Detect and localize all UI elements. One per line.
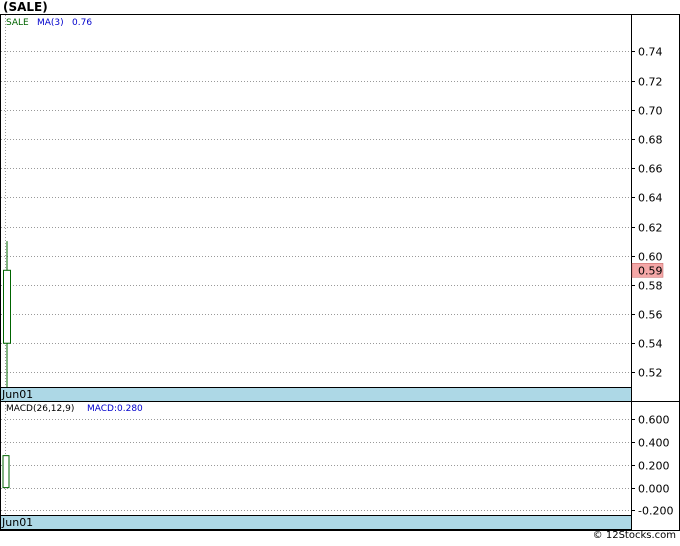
price-tick-label: 0.54 [638,338,663,351]
footer-copyright: © 12Stocks.com [592,530,676,541]
price-tick-label: 0.70 [638,105,663,118]
price-tick-label: 0.60 [638,251,663,264]
macd-y-axis: 0.600 0.400 0.200 0.000 -0.200 [631,414,673,518]
macd-tick-label: 0.400 [638,437,670,450]
macd-date-bar [0,515,632,530]
macd-legend-label: MACD(26,12,9) [6,404,74,414]
price-tick-label: 0.64 [638,192,663,205]
macd-bar [2,455,10,489]
price-tick-label: 0.74 [638,46,663,59]
price-tick-label: 0.68 [638,134,663,147]
price-legend-ma-label: MA(3) [37,18,64,28]
candle-body [3,269,11,344]
price-legend-ma-value: 0.76 [72,18,92,28]
macd-marks [2,455,10,489]
price-tick-label: 0.72 [638,76,663,89]
macd-x-label: Jun01 [1,516,33,529]
price-tick-label: 0.66 [638,163,663,176]
macd-panel [0,401,632,516]
stock-chart: 0.74 0.72 0.70 0.68 0.66 0.64 0.62 0.60 0.58 0.56… [0,14,680,531]
macd-tick-label: 0.000 [638,483,670,496]
price-tick-label: 0.56 [638,309,663,322]
macd-tick-label: -0.200 [638,505,673,518]
price-tick-label: 0.52 [638,367,663,380]
price-y-axis: 0.74 0.72 0.70 0.68 0.66 0.64 0.62 0.60 0.58 0.56… [631,46,663,380]
price-x-label: Jun01 [1,388,33,401]
last-price-label: 0.59 [638,264,663,277]
price-legend-symbol: SALE [6,18,29,28]
price-date-bar [0,387,632,402]
price-tick-label: 0.62 [638,222,663,235]
macd-legend-value: MACD:0.280 [87,404,143,414]
macd-tick-label: 0.600 [638,414,670,427]
macd-tick-label: 0.200 [638,460,670,473]
price-tick-label: 0.58 [638,280,663,293]
